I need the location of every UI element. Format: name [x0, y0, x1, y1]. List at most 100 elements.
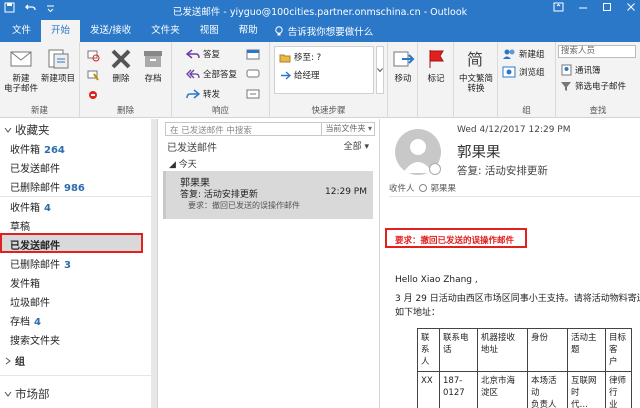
folder-search-folders[interactable]: 搜索文件夹 [10, 332, 60, 347]
presence-indicator [429, 163, 441, 175]
group-find-label: 查找 [589, 106, 607, 116]
archive-icon [140, 46, 166, 72]
folder-label: 收件箱 [10, 145, 40, 156]
new-group-button[interactable]: 新建组 [502, 48, 545, 60]
folder-drafts[interactable]: 草稿 [10, 218, 30, 233]
folder-divider [0, 375, 157, 376]
delete-button[interactable]: 删除 [106, 46, 136, 84]
meeting-button[interactable] [246, 48, 260, 60]
folder-junk[interactable]: 垃圾邮件 [10, 294, 50, 309]
unread-count: 4 [34, 317, 41, 328]
folder-favorite-deleted[interactable]: 已删除邮件 986 [10, 179, 85, 194]
reply-button[interactable]: 答复 [186, 48, 220, 60]
table-cell: 律师行 业 [605, 371, 632, 408]
reply-all-button[interactable]: 全部答复 [186, 68, 237, 80]
date-group-header[interactable]: ◢ 今天 [169, 157, 197, 170]
chinese-conversion-button[interactable]: 简 中文繁简 转换 [456, 46, 496, 94]
favorites-header[interactable]: 收藏夹 [4, 122, 50, 138]
quickstep-manager-label: 给经理 [294, 71, 320, 81]
more-icon [246, 89, 260, 99]
folder-label: 草稿 [10, 222, 30, 233]
delete-x-icon [108, 46, 134, 72]
new-items-button[interactable]: 新建项目 [38, 46, 78, 84]
minimize-icon[interactable] [578, 2, 588, 15]
new-items-label: 新建项目 [40, 74, 75, 84]
move-label: 移动 [394, 74, 412, 84]
browse-groups-button[interactable]: 浏览组 [502, 66, 545, 78]
groups-header[interactable]: 组 [4, 353, 25, 368]
tab-home[interactable]: 开始 [41, 20, 81, 42]
message-item[interactable]: 郭果果 答复: 活动安排更新 12:29 PM 要求：撤回已发送的误操作邮件 [163, 171, 373, 219]
body-line-2: 如下地址： [395, 308, 441, 318]
new-email-button[interactable]: 新建 电子邮件 [4, 46, 38, 94]
folder-pane-scrollbar[interactable] [151, 119, 157, 408]
browse-groups-label: 浏览组 [519, 68, 545, 78]
search-scope-dropdown[interactable]: 当前文件夹 ▾ [321, 123, 372, 135]
folder-archive[interactable]: 存档 4 [10, 313, 41, 328]
quickstep-move-to[interactable]: 移至: ? [279, 51, 321, 63]
table-cell: 187- 0127 [439, 371, 478, 408]
tab-file[interactable]: 文件 [2, 20, 41, 42]
tab-send-receive[interactable]: 发送/接收 [80, 20, 141, 42]
quickstep-move-label: 移至: ? [294, 53, 322, 63]
junk-icon [89, 91, 97, 99]
more-respond-button[interactable] [246, 88, 260, 100]
search-placeholder: 在 已发送邮件 中搜索 [170, 126, 252, 136]
group-chinese-conversion: 简 中文繁简 转换 [454, 42, 498, 118]
table-cell: 活动主题 [567, 328, 606, 372]
folder-sent-items[interactable]: 已发送邮件 [10, 237, 60, 252]
table-cell: 机器接收 地址 [477, 328, 528, 372]
cleanup-button[interactable] [86, 68, 100, 82]
ribbon-display-icon[interactable] [553, 2, 564, 15]
filter-email-button[interactable]: 筛选电子邮件 [560, 80, 626, 92]
current-folder-name: 已发送邮件 [167, 143, 217, 154]
request-text: 要求：撤回已发送的误操作邮件 [395, 236, 515, 246]
im-button[interactable] [246, 68, 260, 80]
folder-label: 发件箱 [10, 279, 40, 290]
close-icon[interactable] [626, 2, 636, 15]
maximize-icon[interactable] [602, 2, 612, 15]
filter-dropdown[interactable]: 全部 ▾ [344, 139, 369, 152]
message-list: 在 已发送邮件 中搜索 当前文件夹 ▾ 已发送邮件 全部 ▾ ◢ 今天 郭果果 … [159, 119, 380, 408]
folder-deleted-items[interactable]: 已删除邮件 3 [10, 256, 71, 271]
quickstep-to-manager[interactable]: 给经理 [279, 69, 320, 81]
archive-button[interactable]: 存档 [138, 46, 168, 84]
move-button[interactable]: 移动 [390, 46, 416, 84]
forward-arrow-icon [281, 70, 291, 80]
filter-email-label: 筛选电子邮件 [575, 82, 627, 92]
chat-icon [246, 69, 260, 78]
message-subject: 答复: 活动安排更新 [180, 190, 258, 200]
search-box[interactable]: 在 已发送邮件 中搜索 当前文件夹 ▾ [165, 122, 375, 136]
table-cell: 本场活动 负责人 [527, 371, 568, 408]
reading-subject: 答复: 活动安排更新 [457, 165, 548, 177]
chevron-down-icon [4, 127, 12, 133]
address-book-button[interactable]: 通讯簿 [560, 64, 601, 76]
date-group-label: 今天 [178, 160, 197, 170]
folder-inbox[interactable]: 收件箱 4 [10, 199, 51, 214]
tell-me-box[interactable]: 告诉我你想要做什么 [268, 20, 373, 42]
reading-sender[interactable]: 郭果果 [457, 141, 501, 162]
group-new: 新建 电子邮件 新建项目 新建 [0, 42, 80, 118]
tab-help[interactable]: 帮助 [229, 20, 268, 42]
ignore-button[interactable] [86, 48, 100, 62]
browse-groups-icon [502, 66, 516, 78]
table-cell: 联系电 话 [439, 328, 478, 372]
folder-outbox[interactable]: 发件箱 [10, 275, 40, 290]
reply-all-icon [186, 69, 200, 79]
tab-view[interactable]: 视图 [190, 20, 229, 42]
tab-folder[interactable]: 文件夹 [141, 20, 190, 42]
folder-favorite-inbox[interactable]: 收件箱 264 [10, 141, 65, 156]
to-recipient[interactable]: 郭果果 [431, 182, 457, 194]
forward-button[interactable]: 转发 [186, 88, 220, 100]
quick-steps-scroll[interactable] [376, 46, 384, 94]
market-header[interactable]: 市场部 [4, 386, 50, 402]
chevron-down-icon [4, 391, 12, 397]
folder-favorite-sent[interactable]: 已发送邮件 [10, 160, 60, 175]
junk-button[interactable] [86, 88, 100, 102]
search-people-input[interactable]: 搜索人员 [558, 45, 636, 58]
meeting-icon [246, 49, 260, 60]
tags-button[interactable]: 标记 [422, 46, 450, 84]
message-date: Wed 4/12/2017 12:29 PM [457, 125, 571, 135]
chinese-conversion-label: 中文繁简 转换 [458, 74, 493, 94]
unread-count: 3 [64, 260, 71, 271]
